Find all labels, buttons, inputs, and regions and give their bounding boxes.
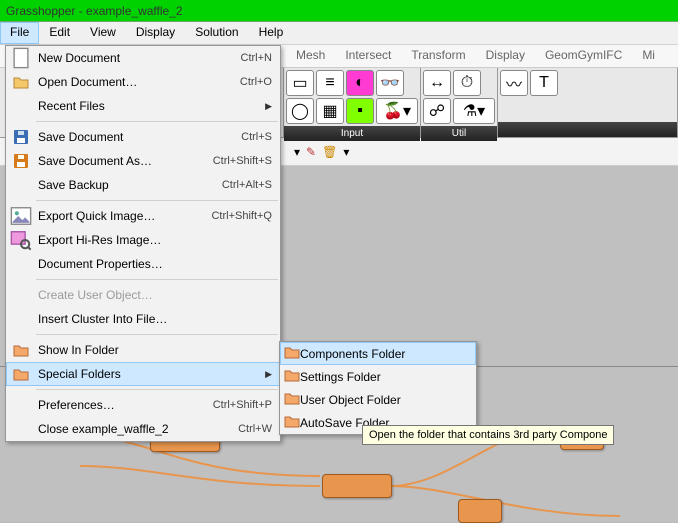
blank-icon [10,97,32,115]
menu-solution-label: Solution [195,25,238,39]
folder-icon [10,341,32,359]
ribbon-icon-waves[interactable]: 〰 [500,70,528,96]
window-titlebar: Grasshopper - example_waffle_2 [0,0,678,22]
file-new[interactable]: New Document Ctrl+N [6,46,280,70]
menu-separator [36,334,278,335]
menu-separator [36,200,278,201]
ribbon-icon-flask[interactable]: ⚗▾ [453,98,495,124]
file-properties[interactable]: Document Properties… [6,252,280,276]
ribbon-group-extra-label [498,122,677,137]
magnify-image-icon [10,231,32,249]
ribbon-tab-more[interactable]: Mi [632,45,665,67]
ribbon-tab-display[interactable]: Display [476,45,535,67]
ribbon-icon-panel[interactable]: ▭ [286,70,314,96]
folder-icon [284,368,300,385]
folder-icon [10,365,32,383]
file-export-quick[interactable]: Export Quick Image… Ctrl+Shift+Q [6,204,280,228]
file-recent[interactable]: Recent Files ▶ [6,94,280,118]
ribbon-tab-intersect[interactable]: Intersect [335,45,401,67]
save-icon [10,128,32,146]
menu-file[interactable]: File [0,22,39,44]
menu-display[interactable]: Display [126,22,185,44]
ribbon-icon-glasses[interactable]: 👓 [376,70,404,96]
file-open[interactable]: Open Document… Ctrl+O [6,70,280,94]
menu-edit-label: Edit [49,25,70,39]
ribbon-icon-cherry[interactable]: 🍒▾ [376,98,418,124]
ribbon-tab-mesh[interactable]: Mesh [286,45,335,67]
blank-doc-icon [10,49,32,67]
ribbon-icon-gradient[interactable]: ◐ [346,70,374,96]
folder-icon [284,414,300,431]
folder-open-icon [10,73,32,91]
menu-file-label: File [10,25,29,39]
file-close[interactable]: Close example_waffle_2 Ctrl+W [6,417,280,441]
blank-icon [10,255,32,273]
blank-icon [10,286,32,304]
ribbon-group-input-label: Input [284,126,420,141]
folder-icon [284,345,300,362]
menu-separator [36,279,278,280]
blank-icon [10,310,32,328]
ribbon-icon-green[interactable]: ▪ [346,98,374,124]
menubar: File Edit View Display Solution Help [0,22,678,45]
file-insert-cluster[interactable]: Insert Cluster Into File… [6,307,280,331]
menu-view-label: View [90,25,116,39]
menu-help[interactable]: Help [249,22,294,44]
ribbon-icon-loop[interactable]: ☍ [423,98,451,124]
ribbon-icon-circle[interactable]: ◯ [286,98,314,124]
menu-display-label: Display [136,25,175,39]
file-backup[interactable]: Save Backup Ctrl+Alt+S [6,173,280,197]
file-special-folders[interactable]: Special Folders ▶ [6,362,280,386]
ribbon-group-util-label: Util [421,126,497,141]
ribbon-icon-slider[interactable]: ≡ [316,70,344,96]
ribbon-group-extra: 〰 T [498,68,678,137]
menu-view[interactable]: View [80,22,126,44]
gh-node[interactable] [322,474,392,498]
menu-edit[interactable]: Edit [39,22,80,44]
toolbar-dropdown-icon[interactable]: ▾ [294,145,300,159]
menu-help-label: Help [259,25,284,39]
tooltip-text: Open the folder that contains 3rd party … [369,429,607,441]
ribbon-group-util: ↔ ⏱ ☍ ⚗▾ Util [421,68,498,137]
sub-settings-folder[interactable]: Settings Folder [280,365,476,388]
ribbon-icon-arrow[interactable]: ↔ [423,70,451,96]
ribbon-icon-timer[interactable]: ⏱ [453,70,481,96]
toolbar-sketch-icon[interactable]: ✎ [306,145,316,159]
sub-components-folder[interactable]: Components Folder [280,342,476,365]
menu-separator [36,121,278,122]
saveas-icon [10,152,32,170]
ribbon-tab-transform[interactable]: Transform [401,45,475,67]
gh-node[interactable] [458,499,502,523]
blank-icon [10,176,32,194]
file-menu-dropdown: New Document Ctrl+N Open Document… Ctrl+… [5,45,281,442]
sub-userobject-folder[interactable]: User Object Folder [280,388,476,411]
blank-icon [10,420,32,438]
file-export-hires[interactable]: Export Hi-Res Image… [6,228,280,252]
ribbon-icon-checker[interactable]: ▦ [316,98,344,124]
toolbar-trash-icon[interactable]: 🗑 [322,145,337,159]
ribbon-icon-text[interactable]: T [530,70,558,96]
blank-icon [10,396,32,414]
folder-icon [284,391,300,408]
submenu-arrow-icon: ▶ [265,101,272,112]
image-icon [10,207,32,225]
menu-separator [36,389,278,390]
file-saveas[interactable]: Save Document As… Ctrl+Shift+S [6,149,280,173]
toolbar-dropdown2-icon[interactable]: ▾ [343,145,349,159]
submenu-arrow-icon: ▶ [265,369,272,380]
file-show-in-folder[interactable]: Show In Folder [6,338,280,362]
ribbon-tab-geomgym[interactable]: GeomGymIFC [535,45,632,67]
file-preferences[interactable]: Preferences… Ctrl+Shift+P [6,393,280,417]
tooltip: Open the folder that contains 3rd party … [362,425,614,445]
file-save[interactable]: Save Document Ctrl+S [6,125,280,149]
file-create-user-object: Create User Object… [6,283,280,307]
menu-solution[interactable]: Solution [185,22,248,44]
window-title: Grasshopper - example_waffle_2 [6,4,183,18]
special-folders-submenu: Components Folder Settings Folder User O… [279,341,477,435]
ribbon-group-input: ▭ ≡ ◐ 👓 ◯ ▦ ▪ 🍒▾ Input [284,68,421,137]
